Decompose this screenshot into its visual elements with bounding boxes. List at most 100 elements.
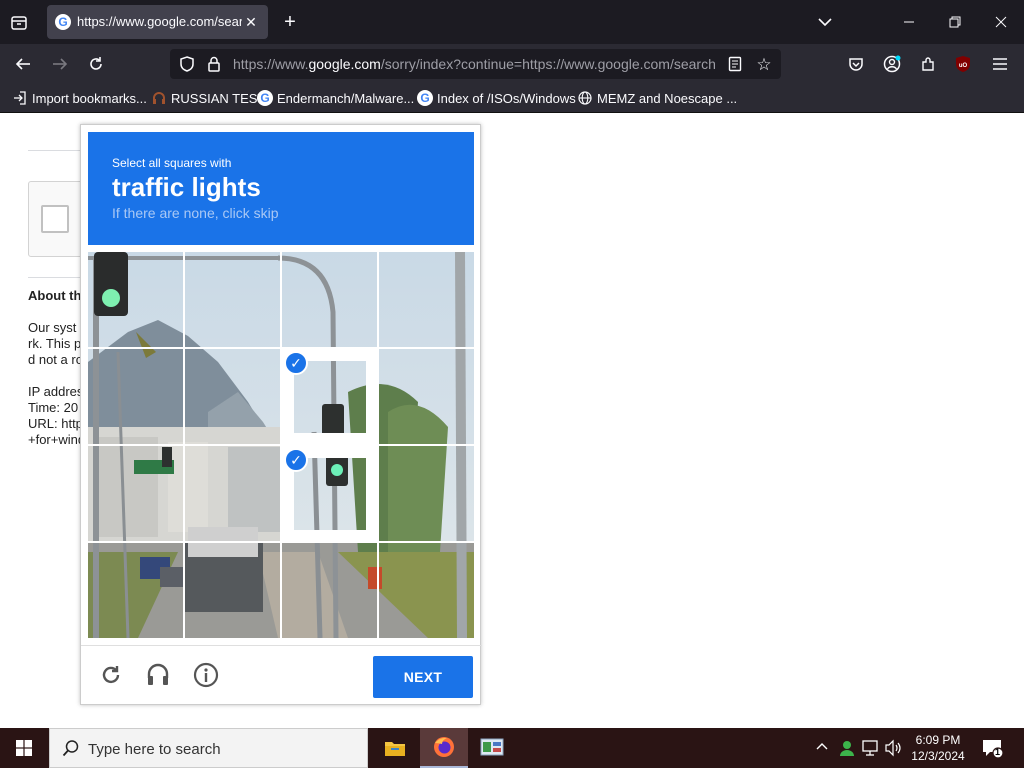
recaptcha-challenge: Select all squares with traffic lights I… xyxy=(80,124,482,705)
browser-tab[interactable]: https://www.google.com/search ✕ xyxy=(47,5,268,39)
control-panel-icon xyxy=(480,738,504,756)
challenge-header: Select all squares with traffic lights I… xyxy=(88,132,474,245)
captcha-tile-4[interactable] xyxy=(379,252,474,348)
bookmark-import[interactable]: Import bookmarks... xyxy=(12,90,147,106)
notification-center-icon[interactable]: 1 xyxy=(982,738,1004,761)
page-text-line: Our syst xyxy=(28,320,77,335)
minimize-icon[interactable] xyxy=(900,13,918,31)
page-text-line: IP addres xyxy=(28,384,84,399)
reader-view-icon[interactable] xyxy=(726,55,744,73)
audio-challenge-icon[interactable] xyxy=(143,660,173,690)
bookmark-star-icon[interactable]: ☆ xyxy=(755,55,773,73)
url-bar[interactable]: https://www.google.com/sorry/index?conti… xyxy=(170,49,781,79)
extensions-icon[interactable] xyxy=(919,55,937,73)
bookmark-index-isos[interactable]: Index of /ISOs/Windows xyxy=(417,90,576,106)
start-button[interactable] xyxy=(0,728,48,768)
captcha-tile-6[interactable] xyxy=(185,349,281,445)
tab-bar: https://www.google.com/search ✕ + xyxy=(0,0,1024,44)
page-text-line: URL: http xyxy=(28,416,83,431)
account-icon[interactable] xyxy=(883,55,901,73)
page-text-line: rk. This p xyxy=(28,336,82,351)
clock-time: 6:09 PM xyxy=(915,733,961,747)
google-icon xyxy=(417,90,433,106)
shield-icon[interactable] xyxy=(178,55,196,73)
windows-taskbar: Type here to search 6:09 PM 12/3/2024 1 xyxy=(0,728,1024,768)
bookmark-endermanch[interactable]: Endermanch/Malware... xyxy=(257,90,414,106)
info-icon[interactable] xyxy=(191,660,221,690)
list-tabs-chevron-icon[interactable] xyxy=(816,13,834,31)
headset-icon xyxy=(151,90,167,106)
bookmark-russian-test[interactable]: RUSSIAN TEST xyxy=(151,90,265,106)
firefox-view-icon[interactable] xyxy=(8,12,30,34)
navigation-bar: https://www.google.com/sorry/index?conti… xyxy=(0,44,1024,84)
back-icon[interactable] xyxy=(14,55,32,73)
clock-date: 12/3/2024 xyxy=(911,749,965,763)
google-icon xyxy=(257,90,273,106)
challenge-hint: If there are none, click skip xyxy=(112,205,279,221)
search-icon xyxy=(62,739,80,762)
divider xyxy=(28,150,88,151)
firefox-app[interactable] xyxy=(420,728,468,768)
clock[interactable]: 6:09 PM 12/3/2024 xyxy=(908,732,968,764)
control-panel-app[interactable] xyxy=(468,728,516,768)
captcha-tile-1[interactable] xyxy=(88,252,184,348)
tile-selected-check-icon: ✓ xyxy=(284,351,308,375)
windows-logo-icon xyxy=(16,740,32,756)
captcha-tile-13[interactable] xyxy=(88,543,184,638)
reload-icon[interactable] xyxy=(87,55,105,73)
challenge-footer: NEXT xyxy=(81,645,482,705)
reload-challenge-icon[interactable] xyxy=(96,660,126,690)
bookmark-memz[interactable]: MEMZ and Noescape ... xyxy=(577,90,737,106)
recaptcha-anchor-box xyxy=(28,181,88,257)
captcha-tile-15[interactable] xyxy=(282,543,378,638)
challenge-instruction: Select all squares with xyxy=(112,156,232,170)
forward-icon[interactable] xyxy=(51,55,69,73)
user-people-icon[interactable] xyxy=(838,739,856,760)
close-window-icon[interactable] xyxy=(992,13,1010,31)
captcha-tile-16[interactable] xyxy=(379,543,474,638)
firefox-icon xyxy=(434,737,454,757)
about-heading: About th xyxy=(28,288,82,303)
recaptcha-checkbox[interactable] xyxy=(41,205,69,233)
menu-hamburger-icon[interactable] xyxy=(991,55,1009,73)
close-tab-icon[interactable]: ✕ xyxy=(243,14,259,30)
globe-icon xyxy=(577,90,593,106)
captcha-tile-7[interactable]: ✓ xyxy=(282,349,378,445)
captcha-tile-8[interactable] xyxy=(379,349,474,445)
folder-icon xyxy=(385,742,405,756)
notification-count: 1 xyxy=(995,747,1001,757)
new-tab-icon[interactable]: + xyxy=(280,12,300,32)
captcha-tile-10[interactable] xyxy=(185,446,281,542)
image-grid: ✓ ✓ xyxy=(88,252,474,638)
volume-icon[interactable] xyxy=(885,739,903,760)
import-icon xyxy=(12,90,28,106)
network-icon[interactable] xyxy=(862,739,880,760)
divider xyxy=(28,277,88,278)
show-hidden-icons-chevron-icon[interactable] xyxy=(816,740,828,754)
page-text-line: +for+wind xyxy=(28,432,86,447)
bookmarks-toolbar: Import bookmarks... RUSSIAN TEST Enderma… xyxy=(0,84,1024,113)
tab-title: https://www.google.com/search xyxy=(77,14,242,29)
page-text-line: d not a ro xyxy=(28,352,83,367)
page-text-line: Time: 20 xyxy=(28,400,79,415)
tile-selected-check-icon: ✓ xyxy=(284,448,308,472)
ublock-origin-icon[interactable]: uO xyxy=(954,55,972,73)
captcha-tile-5[interactable] xyxy=(88,349,184,445)
restore-icon[interactable] xyxy=(946,13,964,31)
pocket-icon[interactable] xyxy=(847,55,865,73)
lock-icon[interactable] xyxy=(205,55,223,73)
challenge-target: traffic lights xyxy=(112,172,261,202)
captcha-tile-3[interactable] xyxy=(282,252,378,348)
captcha-tile-2[interactable] xyxy=(185,252,281,348)
taskbar-search-box[interactable]: Type here to search xyxy=(49,728,368,768)
file-explorer-app[interactable] xyxy=(371,728,419,768)
svg-text:uO: uO xyxy=(959,63,968,69)
captcha-tile-12[interactable] xyxy=(379,446,474,542)
url-text[interactable]: https://www.google.com/sorry/index?conti… xyxy=(233,56,718,72)
search-placeholder: Type here to search xyxy=(88,741,221,758)
next-button[interactable]: NEXT xyxy=(373,656,473,698)
captcha-tile-9[interactable] xyxy=(88,446,184,542)
captcha-tile-14[interactable] xyxy=(185,543,281,638)
google-favicon-icon xyxy=(55,14,71,30)
captcha-tile-11[interactable]: ✓ xyxy=(282,446,378,542)
